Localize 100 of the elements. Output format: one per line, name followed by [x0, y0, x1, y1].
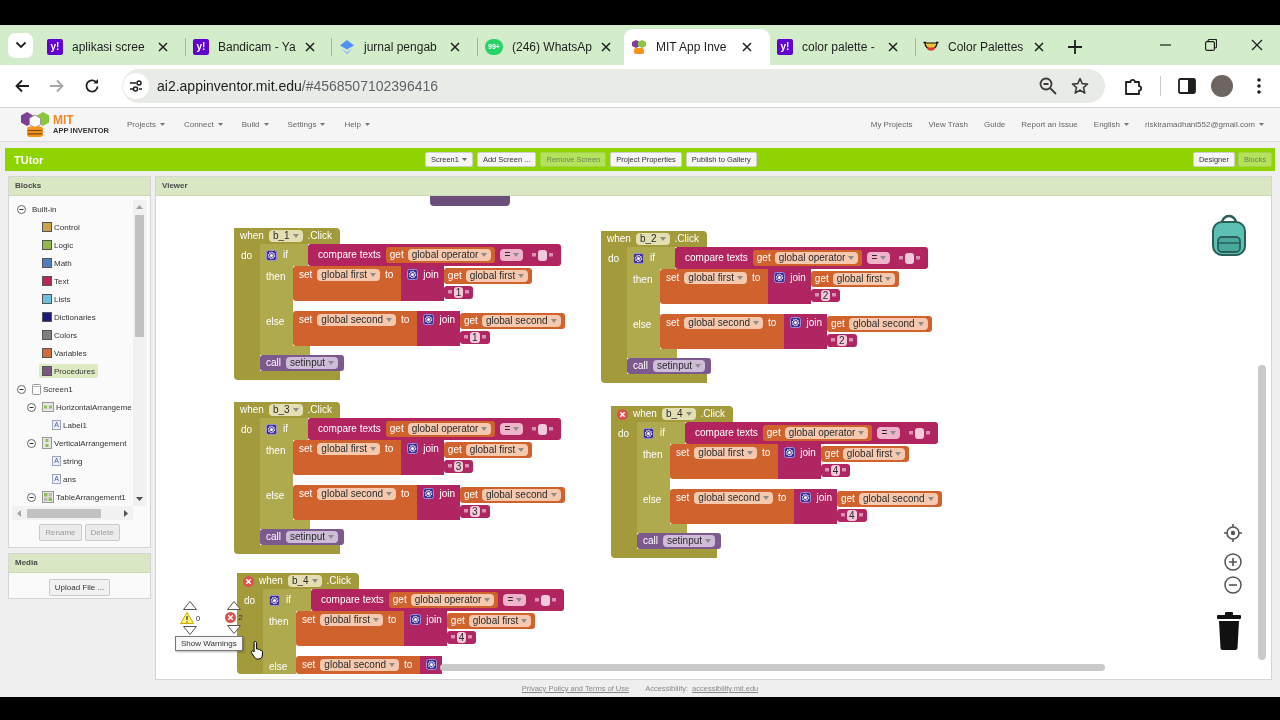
tree-item[interactable]: Colors — [39, 328, 81, 342]
tree-item[interactable]: Variables — [39, 346, 90, 360]
dropdown-field[interactable]: global second — [694, 492, 774, 504]
text-field[interactable] — [538, 423, 548, 435]
collapse-icon[interactable] — [17, 384, 26, 394]
caret-icon[interactable] — [927, 497, 934, 501]
gear-icon[interactable] — [423, 488, 435, 499]
tree-item[interactable]: Dictionaries — [39, 310, 99, 324]
gear-icon[interactable] — [643, 427, 654, 439]
gear-icon[interactable] — [426, 659, 438, 670]
dropdown-field[interactable]: global second — [481, 489, 561, 501]
caret-icon[interactable] — [461, 158, 467, 161]
scroll-up-icon[interactable] — [136, 205, 143, 209]
caret-icon[interactable] — [320, 123, 326, 126]
caret-icon[interactable] — [1259, 123, 1264, 126]
menu-item[interactable]: Projects — [127, 120, 165, 129]
caret-icon[interactable] — [386, 492, 393, 496]
browser-tab[interactable]: y! aplikasi scree — [40, 29, 186, 65]
close-icon[interactable] — [601, 42, 612, 52]
caret-icon[interactable] — [292, 408, 299, 412]
tab-search-button[interactable] — [8, 32, 33, 58]
text-field[interactable]: 2 — [820, 290, 831, 301]
new-tab-icon[interactable] — [1068, 40, 1082, 54]
crosshair-icon[interactable] — [1224, 524, 1242, 542]
down-arrow-icon[interactable] — [227, 625, 241, 634]
dropdown-field[interactable]: = — [500, 423, 524, 435]
dropdown-field[interactable]: global second — [858, 493, 938, 505]
dropdown-field[interactable]: setinput — [286, 531, 339, 543]
close-icon[interactable] — [1251, 39, 1263, 51]
text-field[interactable]: 1 — [453, 287, 464, 298]
dropdown-field[interactable]: global second — [481, 315, 561, 327]
dropdown-field[interactable]: = — [867, 252, 891, 264]
profile-avatar[interactable] — [1211, 75, 1233, 97]
gear-icon[interactable] — [407, 443, 419, 454]
scroll-down-icon[interactable] — [136, 497, 143, 501]
star-icon[interactable] — [1071, 77, 1089, 95]
header-link[interactable]: My Projects — [870, 120, 913, 129]
back-arrow-icon[interactable] — [14, 78, 30, 94]
dropdown-field[interactable]: = — [500, 249, 524, 261]
site-info-icon[interactable] — [123, 73, 149, 99]
panel-button[interactable]: Upload File ... — [48, 579, 111, 596]
minimize-icon[interactable] — [1159, 44, 1171, 46]
close-icon[interactable] — [450, 42, 460, 52]
caret-icon[interactable] — [753, 321, 760, 325]
gear-icon[interactable] — [266, 249, 277, 261]
tree-item[interactable]: Text — [39, 274, 72, 288]
gear-icon[interactable] — [784, 447, 796, 458]
zoom-out-icon[interactable] — [1224, 576, 1242, 594]
dropdown-field[interactable]: b_3 — [268, 404, 303, 416]
browser-tab[interactable]: MIT App Inve — [624, 29, 770, 65]
gear-icon[interactable] — [633, 252, 644, 264]
caret-icon[interactable] — [481, 427, 488, 431]
scrollbar-thumb[interactable] — [27, 508, 101, 518]
caret-icon[interactable] — [885, 277, 892, 281]
side-panel-icon[interactable] — [1178, 78, 1196, 94]
header-link[interactable]: Guide — [983, 120, 1006, 129]
down-arrow-icon[interactable] — [183, 626, 197, 635]
tree-item[interactable]: Screen1 — [29, 381, 76, 397]
gear-icon[interactable] — [407, 269, 419, 280]
dropdown-field[interactable]: global first — [465, 444, 529, 456]
gear-icon[interactable] — [790, 317, 802, 328]
caret-icon[interactable] — [736, 276, 743, 280]
tree-item[interactable]: Lists — [39, 292, 74, 306]
gear-icon[interactable] — [800, 492, 812, 503]
text-field[interactable]: 3 — [470, 506, 480, 517]
caret-icon[interactable] — [521, 619, 528, 623]
scrollbar-thumb[interactable] — [135, 215, 144, 337]
up-arrow-icon[interactable] — [227, 601, 241, 610]
scroll-left-icon[interactable] — [17, 509, 21, 517]
tree-item[interactable]: VerticalArrangement — [39, 435, 130, 451]
text-field[interactable]: 2 — [837, 335, 847, 346]
caret-icon[interactable] — [481, 253, 488, 257]
browser-tab[interactable]: y! Bandicam - Ya — [186, 29, 332, 65]
header-link[interactable]: Report an Issue — [1021, 120, 1078, 129]
collapse-icon[interactable] — [17, 204, 26, 214]
dropdown-field[interactable]: global first — [842, 448, 906, 460]
dropdown-field[interactable]: global second — [317, 488, 397, 500]
more-icon[interactable] — [1257, 78, 1261, 94]
tree-item[interactable]: Logic — [39, 238, 77, 252]
dropdown-field[interactable]: = — [503, 594, 527, 606]
caret-icon[interactable] — [659, 237, 666, 241]
reload-icon[interactable] — [84, 78, 100, 94]
zoom-in-icon[interactable] — [1224, 553, 1242, 571]
show-warnings-button[interactable]: Show Warnings — [175, 636, 243, 651]
header-link[interactable]: riskiramadhani552@gmail.com — [1145, 120, 1264, 129]
gear-icon[interactable] — [266, 423, 277, 435]
dropdown-field[interactable]: setinput — [663, 535, 716, 547]
caret-icon[interactable] — [372, 618, 379, 622]
dropdown-field[interactable]: global first — [694, 447, 757, 459]
caret-icon[interactable] — [389, 663, 396, 667]
collapse-icon[interactable] — [27, 438, 36, 448]
dropdown-field[interactable]: global second — [320, 659, 400, 671]
gear-icon[interactable] — [423, 314, 435, 325]
caret-icon[interactable] — [917, 322, 924, 326]
dropdown-field[interactable]: global operator — [410, 594, 495, 606]
up-arrow-icon[interactable] — [183, 601, 197, 610]
zoom-out-icon[interactable] — [1039, 77, 1057, 95]
tree-item[interactable]: Control — [39, 220, 83, 234]
close-icon[interactable] — [742, 42, 752, 52]
menu-item[interactable]: Settings — [287, 120, 326, 129]
